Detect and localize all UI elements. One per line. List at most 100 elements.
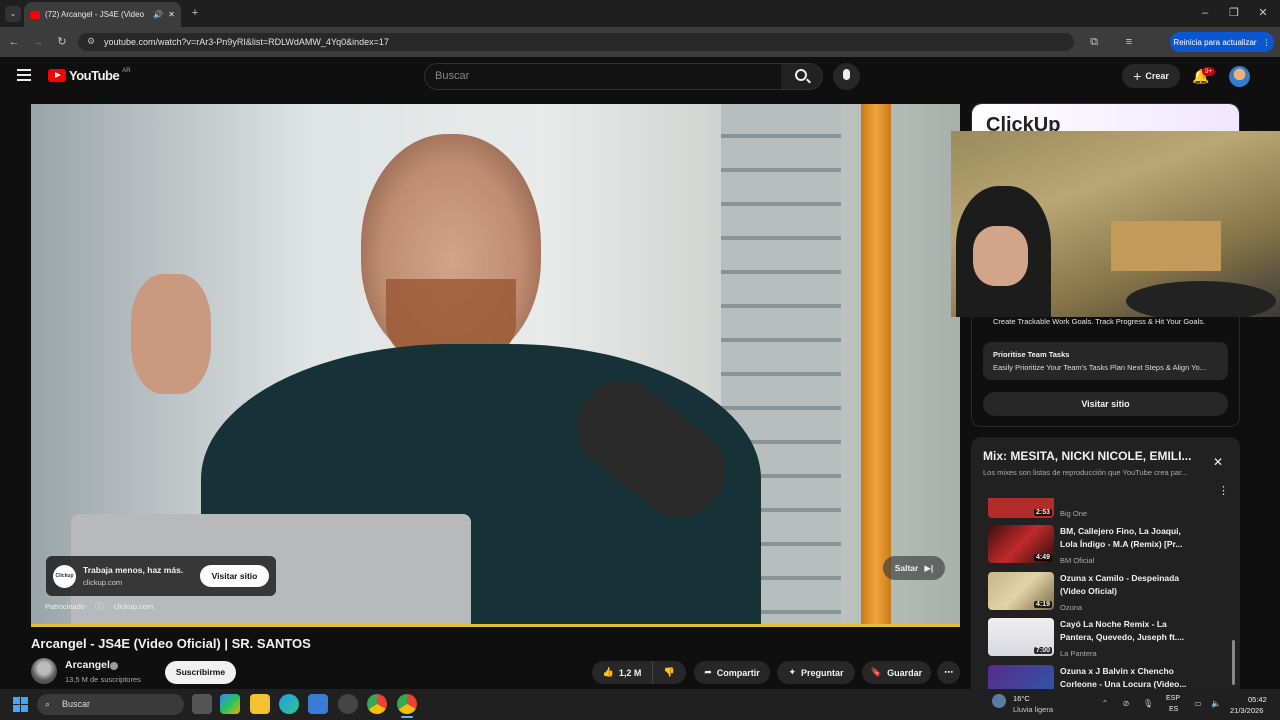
maximize-icon[interactable]: ❐: [1226, 5, 1242, 21]
language-sub: ES: [1169, 706, 1179, 713]
side-ad-item2-title: Prioritise Team Tasks: [993, 350, 1070, 359]
tab-search-button[interactable]: ⌄: [5, 6, 21, 22]
bookmark-icon: 🔖: [870, 667, 883, 677]
dislike-button[interactable]: 👎: [652, 661, 686, 684]
tab-title: (72) Arcangel - JS4E (Video: [45, 10, 145, 19]
edge-icon[interactable]: [279, 694, 299, 714]
clock-time[interactable]: 05:42: [1248, 695, 1267, 704]
minimize-icon[interactable]: –: [1197, 5, 1213, 21]
list-item[interactable]: 4:49 BM, Callejero Fino, La Joaqui, Lola…: [988, 525, 1232, 565]
reload-icon[interactable]: ↻: [54, 34, 70, 50]
create-button[interactable]: + Crear: [1122, 64, 1180, 88]
tray-app-icon[interactable]: ⊘: [1118, 696, 1134, 712]
volume-icon[interactable]: 🔈: [1208, 696, 1224, 712]
thumbnail: 4:19: [988, 572, 1054, 610]
taskbar-search-label: Buscar: [62, 699, 91, 709]
network-icon[interactable]: ▭: [1190, 696, 1206, 712]
streamer-webcam-overlay: [951, 131, 1280, 317]
language-code[interactable]: ESP: [1166, 695, 1180, 702]
ad-visit-button[interactable]: Visitar sitio: [200, 565, 269, 587]
tray-chevron-icon[interactable]: ⌃: [1097, 696, 1113, 712]
windows-start-icon[interactable]: [13, 697, 28, 712]
hamburger-menu-icon[interactable]: [17, 69, 31, 81]
url-text: youtube.com/watch?v=rAr3-Pn9yRI&list=RDL…: [104, 37, 389, 47]
task-view-icon[interactable]: [192, 694, 212, 714]
list-item[interactable]: 4:19 Ozuna x Camilo - Despeinada (Video …: [988, 572, 1232, 612]
more-actions-button[interactable]: ⋯: [937, 661, 960, 684]
back-icon[interactable]: ←: [6, 34, 22, 50]
chrome-active-icon[interactable]: [397, 694, 417, 714]
search-button[interactable]: [781, 63, 823, 90]
list-item[interactable]: Ozuna x J Balvin x Chencho Corleone - Un…: [988, 665, 1232, 689]
file-explorer-icon[interactable]: [250, 694, 270, 714]
ad-headline[interactable]: Trabaja menos, haz más.: [83, 565, 183, 575]
account-avatar[interactable]: [1229, 66, 1250, 87]
share-button[interactable]: ➦ Compartir: [694, 661, 770, 684]
channel-name[interactable]: Arcangel: [65, 659, 110, 671]
taskbar-search[interactable]: ⌕ Buscar: [37, 694, 184, 715]
side-ad-item1-desc[interactable]: Create Trackable Work Goals. Track Progr…: [993, 317, 1205, 326]
browser-tab[interactable]: (72) Arcangel - JS4E (Video 🔊 ✕: [24, 2, 181, 27]
channel-avatar[interactable]: [31, 658, 57, 684]
ask-label: Preguntar: [801, 667, 844, 678]
site-info-icon[interactable]: ⚙: [87, 36, 95, 47]
forward-icon[interactable]: →: [30, 34, 46, 50]
weather-icon[interactable]: [992, 694, 1006, 708]
duration: 4:49: [1033, 554, 1052, 561]
copilot-icon[interactable]: [220, 694, 240, 714]
save-label: Guardar: [887, 667, 923, 678]
tab-strip: ⌄ (72) Arcangel - JS4E (Video 🔊 ✕ + – ❐ …: [0, 0, 1280, 27]
app-icon[interactable]: [338, 694, 358, 714]
chrome-icon[interactable]: [367, 694, 387, 714]
list-item[interactable]: 2:53 Big One: [988, 498, 1232, 520]
youtube-logo[interactable]: YouTube AR: [48, 68, 131, 83]
side-ad-item2-desc: Easily Prioritize Your Team's Tasks Plan…: [993, 363, 1206, 372]
window-frame: [861, 104, 891, 625]
like-button[interactable]: 👍 1,2 M: [592, 661, 652, 684]
menu-dots-icon[interactable]: ⋮: [1263, 38, 1271, 47]
mix-subtitle: Los mixes son listas de reproducción que…: [983, 468, 1188, 477]
logo-text: YouTube: [69, 68, 120, 83]
reading-list-icon[interactable]: ≡: [1121, 34, 1137, 50]
update-button[interactable]: Reinicia para actualizar ⋮: [1170, 32, 1274, 52]
close-mix-icon[interactable]: ✕: [1213, 455, 1223, 469]
extensions-icon[interactable]: ⧉: [1086, 34, 1102, 50]
weather-desc: Lluvia ligera: [1013, 705, 1054, 714]
subscribe-button[interactable]: Suscribirme: [165, 661, 236, 684]
save-button[interactable]: 🔖 Guardar: [862, 661, 931, 684]
ad-progress-bar[interactable]: [31, 624, 960, 627]
channel-name: Big One: [1060, 509, 1088, 518]
mix-scrollbar[interactable]: [1232, 640, 1235, 685]
ask-button[interactable]: ✦ Preguntar: [777, 661, 855, 684]
close-tab-icon[interactable]: ✕: [168, 10, 175, 19]
mix-more-icon[interactable]: ⋮: [1218, 484, 1229, 497]
side-ad-banner[interactable]: ClickUp: [972, 104, 1239, 134]
search-input[interactable]: Buscar: [424, 63, 782, 90]
voice-search-button[interactable]: [833, 63, 860, 90]
skip-label: Saltar: [894, 563, 919, 573]
url-field[interactable]: ⚙ youtube.com/watch?v=rAr3-Pn9yRI&list=R…: [78, 33, 1074, 51]
subscriber-count: 13,5 M de suscriptores: [65, 675, 141, 684]
side-ad-visit-button[interactable]: Visitar sitio: [983, 392, 1228, 416]
tray-mic-icon[interactable]: 🎙: [1140, 696, 1156, 712]
notification-badge: 9+: [1202, 67, 1216, 76]
store-icon[interactable]: [308, 694, 328, 714]
video-player[interactable]: Clickup Trabaja menos, haz más. clickup.…: [31, 104, 960, 625]
list-item[interactable]: 7:00 Cayó La Noche Remix - La Pantera, Q…: [988, 618, 1232, 658]
youtube-favicon-icon: [30, 10, 40, 19]
new-tab-icon[interactable]: +: [187, 5, 203, 21]
mix-title[interactable]: Mix: MESITA, NICKI NICOLE, EMILI...: [983, 449, 1203, 463]
microphone-icon: [843, 69, 850, 80]
clickup-logo[interactable]: Clickup: [53, 565, 76, 588]
webcam-face: [973, 226, 1028, 286]
sponsor-domain[interactable]: clickup.com: [114, 602, 153, 611]
thumbs-down-icon: 👎: [663, 667, 676, 677]
channel-name: La Pantera: [1060, 649, 1097, 658]
close-window-icon[interactable]: ✕: [1255, 5, 1271, 21]
skip-ad-button[interactable]: Saltar ▶|: [883, 556, 945, 580]
info-icon[interactable]: ⓘ: [95, 601, 103, 612]
side-ad-item2[interactable]: [983, 342, 1228, 380]
audio-icon[interactable]: 🔊: [153, 10, 163, 19]
webcam-dresser: [1111, 221, 1221, 271]
thumbs-up-icon: 👍: [602, 667, 614, 677]
